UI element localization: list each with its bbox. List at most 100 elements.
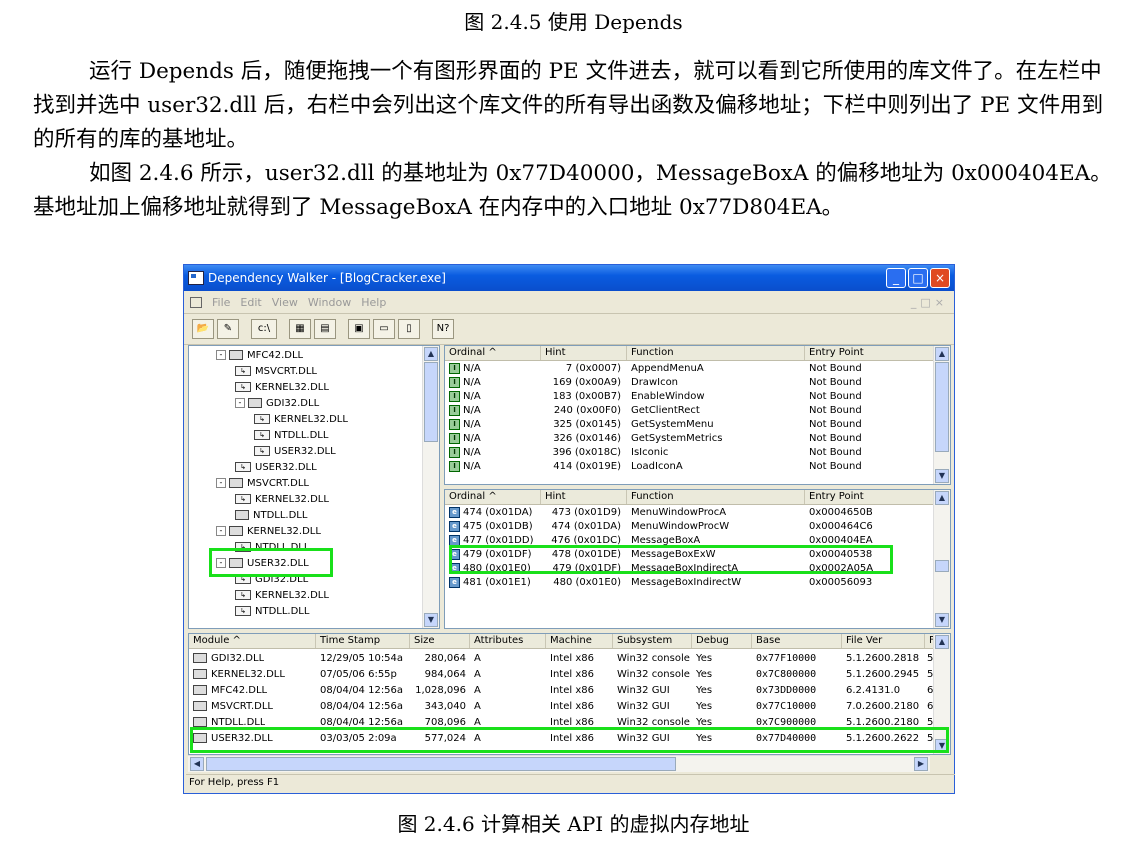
import-module-icon: ↳ [235, 382, 251, 392]
cell-text: Win32 GUI [617, 685, 670, 696]
tree-node[interactable]: - MSVCRT.DLL [216, 476, 309, 490]
module-row[interactable]: KERNEL32.DLL 07/05/06 6:55p 984,064 A Intel … [189, 668, 934, 682]
exports-scrollbar[interactable]: ▲ ▼ [933, 490, 950, 628]
col-subsystem[interactable]: Subsystem [613, 634, 692, 648]
module-icon [229, 526, 243, 536]
collapse-icon[interactable]: - [216, 350, 226, 360]
tile-horizontal-icon[interactable]: ▭ [373, 319, 395, 339]
imports-scrollbar[interactable]: ▲ ▼ [933, 346, 950, 484]
cell-entry-point: Not Bound [809, 362, 862, 376]
scroll-left-icon[interactable]: ◀ [190, 757, 204, 771]
scroll-up-icon[interactable]: ▲ [935, 635, 949, 649]
modules-hscrollbar[interactable]: ◀ ▶ [188, 755, 930, 772]
module-tree-pane[interactable]: - MFC42.DLL ↳ MSVCRT.DLL ↳ KERNEL32.DLL - GDI32… [188, 345, 440, 629]
tree-scrollbar[interactable]: ▲ ▼ [422, 346, 439, 628]
tree-node[interactable]: ↳ USER32.DLL [254, 444, 336, 458]
module-row[interactable]: GDI32.DLL 12/29/05 10:54a 280,064 A Intel x8… [189, 652, 934, 666]
scroll-right-icon[interactable]: ▶ [914, 757, 928, 771]
collapse-icon[interactable]: - [216, 526, 226, 536]
menu-file[interactable]: File [212, 296, 230, 309]
col-ordinal[interactable]: Ordinal ^ [445, 346, 541, 360]
cell-text: 480 (0x01E0) [553, 577, 621, 588]
function-row[interactable]: e 481 (0x01E1) 480 (0x01E0) MessageBoxIndir… [445, 576, 934, 590]
scroll-down-icon[interactable]: ▼ [935, 469, 949, 483]
col-file-ver[interactable]: File Ver [842, 634, 925, 648]
tree-node[interactable]: ↳ NTDLL.DLL [254, 428, 328, 442]
scroll-thumb[interactable] [935, 560, 949, 572]
col-module[interactable]: Module ^ [189, 634, 316, 648]
scroll-thumb[interactable] [935, 362, 949, 452]
col-attributes[interactable]: Attributes [470, 634, 546, 648]
col-hint[interactable]: Hint [541, 490, 627, 504]
hscroll-thumb[interactable] [206, 757, 676, 771]
col-size[interactable]: Size [410, 634, 470, 648]
col-hint[interactable]: Hint [541, 346, 627, 360]
col-base[interactable]: Base [752, 634, 842, 648]
function-row[interactable]: I N/A 396 (0x018C) IsIconic Not Bound [445, 446, 934, 460]
cell-text: Not Bound [809, 377, 862, 388]
col-machine[interactable]: Machine [546, 634, 613, 648]
col-entry-point[interactable]: Entry Point [805, 346, 936, 360]
module-row[interactable]: MSVCRT.DLL 08/04/04 12:56a 343,040 A Intel x… [189, 700, 934, 714]
menu-help[interactable]: Help [361, 296, 386, 309]
mdi-controls[interactable]: _□× [911, 296, 948, 309]
maximize-button[interactable]: □ [908, 268, 928, 288]
function-row[interactable]: I N/A 325 (0x0145) GetSystemMenu Not Bound [445, 418, 934, 432]
scroll-up-icon[interactable]: ▲ [935, 491, 949, 505]
tree-node[interactable]: ↳ KERNEL32.DLL [235, 492, 329, 506]
tree-node[interactable]: - GDI32.DLL [235, 396, 319, 410]
tree-node[interactable]: ↳ KERNEL32.DLL [254, 412, 348, 426]
cell-text: GetSystemMenu [631, 419, 714, 430]
function-row[interactable]: I N/A 326 (0x0146) GetSystemMetrics Not Boun… [445, 432, 934, 446]
function-row[interactable]: I N/A 7 (0x0007) AppendMenuA Not Bound [445, 362, 934, 376]
tile-vertical-icon[interactable]: ▯ [398, 319, 420, 339]
collapse-icon[interactable]: - [235, 398, 245, 408]
menu-edit[interactable]: Edit [240, 296, 261, 309]
properties-icon[interactable]: ▤ [314, 319, 336, 339]
graph-icon[interactable]: ▦ [289, 319, 311, 339]
cascade-icon[interactable]: ▣ [348, 319, 370, 339]
function-row[interactable]: I N/A 240 (0x00F0) GetClientRect Not Bound [445, 404, 934, 418]
module-row[interactable]: MFC42.DLL 08/04/04 12:56a 1,028,096 A Intel … [189, 684, 934, 698]
tree-node[interactable]: - MFC42.DLL [216, 348, 303, 362]
tree-node[interactable]: ↳ NTDLL.DLL [235, 604, 309, 618]
title-bar[interactable]: Dependency Walker - [BlogCracker.exe] _ … [184, 265, 954, 291]
scroll-up-icon[interactable]: ▲ [935, 347, 949, 361]
scroll-up-icon[interactable]: ▲ [424, 347, 438, 361]
tree-node[interactable]: - KERNEL32.DLL [216, 524, 321, 538]
tree-node[interactable]: ↳ KERNEL32.DLL [235, 380, 329, 394]
function-row[interactable]: I N/A 169 (0x00A9) DrawIcon Not Bound [445, 376, 934, 390]
col-debug[interactable]: Debug [692, 634, 752, 648]
function-row[interactable]: I N/A 183 (0x00B7) EnableWindow Not Bound [445, 390, 934, 404]
tree-node[interactable]: ↳ KERNEL32.DLL [235, 588, 329, 602]
function-row[interactable]: e 475 (0x01DB) 474 (0x01DA) MenuWindowProcW… [445, 520, 934, 534]
col-function[interactable]: Function [627, 346, 805, 360]
col-timestamp[interactable]: Time Stamp [316, 634, 410, 648]
save-icon[interactable]: ✎ [217, 319, 239, 339]
tree-node[interactable]: ↳ USER32.DLL [235, 460, 317, 474]
scroll-down-icon[interactable]: ▼ [935, 613, 949, 627]
tree-node[interactable]: NTDLL.DLL [235, 508, 307, 522]
open-icon[interactable]: 📂 [192, 319, 214, 339]
menu-view[interactable]: View [272, 296, 298, 309]
minimize-button[interactable]: _ [886, 268, 906, 288]
import-module-icon: ↳ [254, 430, 270, 440]
module-icon [229, 350, 243, 360]
scroll-down-icon[interactable]: ▼ [424, 613, 438, 627]
col-ordinal[interactable]: Ordinal ^ [445, 490, 541, 504]
tree-node[interactable]: ↳ MSVCRT.DLL [235, 364, 317, 378]
path-button[interactable]: c:\ [251, 319, 277, 339]
module-header: Module ^ Time Stamp Size Attributes Mach… [189, 634, 937, 649]
import-function-pane[interactable]: Ordinal ^ Hint Function Entry Point I N/A… [444, 345, 951, 485]
cell-text: 240 (0x00F0) [553, 405, 621, 416]
import-module-icon: ↳ [235, 494, 251, 504]
menu-window[interactable]: Window [308, 296, 351, 309]
function-row[interactable]: e 474 (0x01DA) 473 (0x01D9) MenuWindowProcA… [445, 506, 934, 520]
help-button[interactable]: N? [432, 319, 454, 339]
collapse-icon[interactable]: - [216, 478, 226, 488]
col-entry-point[interactable]: Entry Point [805, 490, 936, 504]
scroll-thumb[interactable] [424, 362, 438, 442]
function-row[interactable]: I N/A 414 (0x019E) LoadIconA Not Bound [445, 460, 934, 474]
col-function[interactable]: Function [627, 490, 805, 504]
close-button[interactable]: × [930, 268, 950, 288]
